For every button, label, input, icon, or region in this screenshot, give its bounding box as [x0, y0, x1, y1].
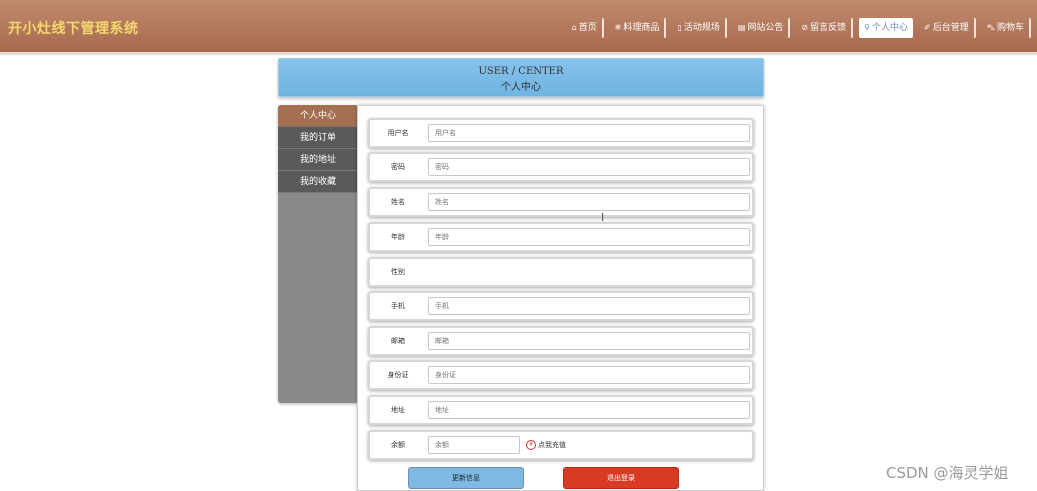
- snowflake-icon: ❄: [614, 23, 622, 32]
- link-icon: ✐: [924, 23, 931, 32]
- user-info-form: 用户名 密码 姓名 年龄 性别 手机 邮箱 身份证 地址 余额 ¥ 点我充值: [357, 105, 764, 491]
- message-icon: ⊘: [801, 23, 809, 32]
- form-row-age: 年龄: [368, 222, 754, 252]
- banner-title-en: USER / CENTER: [478, 66, 564, 77]
- field-label: 密码: [391, 163, 405, 171]
- sidebar-item-favorites[interactable]: 我的收藏: [278, 171, 358, 193]
- username-input[interactable]: [428, 124, 750, 142]
- nav-products[interactable]: ❄ 料理商品: [610, 18, 667, 38]
- sidebar-item-address[interactable]: 我的地址: [278, 149, 358, 171]
- nav-events[interactable]: ▯ 活动规场: [672, 18, 727, 38]
- sidebar-item-orders[interactable]: 我的订单: [278, 127, 358, 149]
- form-row-username: 用户名: [368, 118, 754, 148]
- balance-input[interactable]: [428, 436, 520, 454]
- id-card-input[interactable]: [428, 366, 750, 384]
- logout-button[interactable]: 退出登录: [563, 467, 679, 489]
- password-input[interactable]: [428, 158, 750, 176]
- grid-icon: ▯: [677, 23, 682, 32]
- user-icon: ⚲: [864, 23, 870, 32]
- email-input[interactable]: [428, 332, 750, 350]
- name-input[interactable]: [428, 193, 750, 211]
- field-label: 用户名: [387, 129, 409, 137]
- text-cursor-icon: I: [601, 211, 605, 224]
- nav-user-center[interactable]: ⚲ 个人中心: [859, 18, 914, 38]
- age-input[interactable]: [428, 228, 750, 246]
- form-row-address: 地址: [368, 395, 754, 425]
- top-navbar: 开小灶线下管理系统 ⌂ 首页 ❄ 料理商品 ▯ 活动规场 ▤ 网站公告 ⊘ 留言反馈 ⚲ 个…: [0, 0, 1037, 55]
- form-row-name: 姓名: [368, 187, 754, 217]
- watermark: CSDN @海灵学姐: [886, 464, 1009, 482]
- field-label: 性别: [391, 268, 405, 276]
- yen-icon: ¥: [526, 440, 536, 450]
- page-header-banner: USER / CENTER 个人中心: [278, 58, 764, 97]
- banner-title-cn: 个人中心: [501, 82, 541, 93]
- notice-icon: ▤: [737, 23, 746, 32]
- sidebar-item-user-center[interactable]: 个人中心: [278, 105, 358, 127]
- field-label: 地址: [391, 406, 405, 414]
- form-row-email: 邮箱: [368, 326, 754, 356]
- cart-icon: ⛍: [986, 23, 995, 32]
- nav-feedback[interactable]: ⊘ 留言反馈: [796, 18, 854, 38]
- field-label: 姓名: [391, 198, 405, 206]
- nav-notice[interactable]: ▤ 网站公告: [733, 18, 791, 38]
- nav-home[interactable]: ⌂ 首页: [567, 18, 604, 38]
- recharge-label: 点我充值: [538, 441, 566, 449]
- field-label: 手机: [391, 302, 405, 310]
- home-icon: ⌂: [571, 23, 577, 32]
- nav-cart[interactable]: ⛍ 购物车: [982, 18, 1031, 38]
- field-label: 邮箱: [391, 337, 405, 345]
- form-row-id-card: 身份证: [368, 360, 754, 390]
- form-row-password: 密码: [368, 152, 754, 182]
- app-title[interactable]: 开小灶线下管理系统: [8, 18, 139, 38]
- address-input[interactable]: [428, 401, 750, 419]
- form-row-balance: 余额 ¥ 点我充值: [368, 430, 754, 460]
- phone-input[interactable]: [428, 297, 750, 315]
- form-row-gender: 性别: [368, 257, 754, 287]
- field-label: 身份证: [387, 371, 409, 379]
- update-info-button[interactable]: 更新信息: [408, 467, 524, 489]
- sidebar: 个人中心 我的订单 我的地址 我的收藏: [278, 105, 358, 403]
- field-label: 年龄: [391, 233, 405, 241]
- nav-menu: ⌂ 首页 ❄ 料理商品 ▯ 活动规场 ▤ 网站公告 ⊘ 留言反馈 ⚲ 个人中心 ✐ 后台管理 …: [567, 18, 1031, 38]
- nav-admin[interactable]: ✐ 后台管理: [919, 18, 976, 38]
- recharge-link[interactable]: ¥ 点我充值: [526, 437, 566, 453]
- field-label: 余额: [391, 441, 405, 449]
- form-row-phone: 手机: [368, 291, 754, 321]
